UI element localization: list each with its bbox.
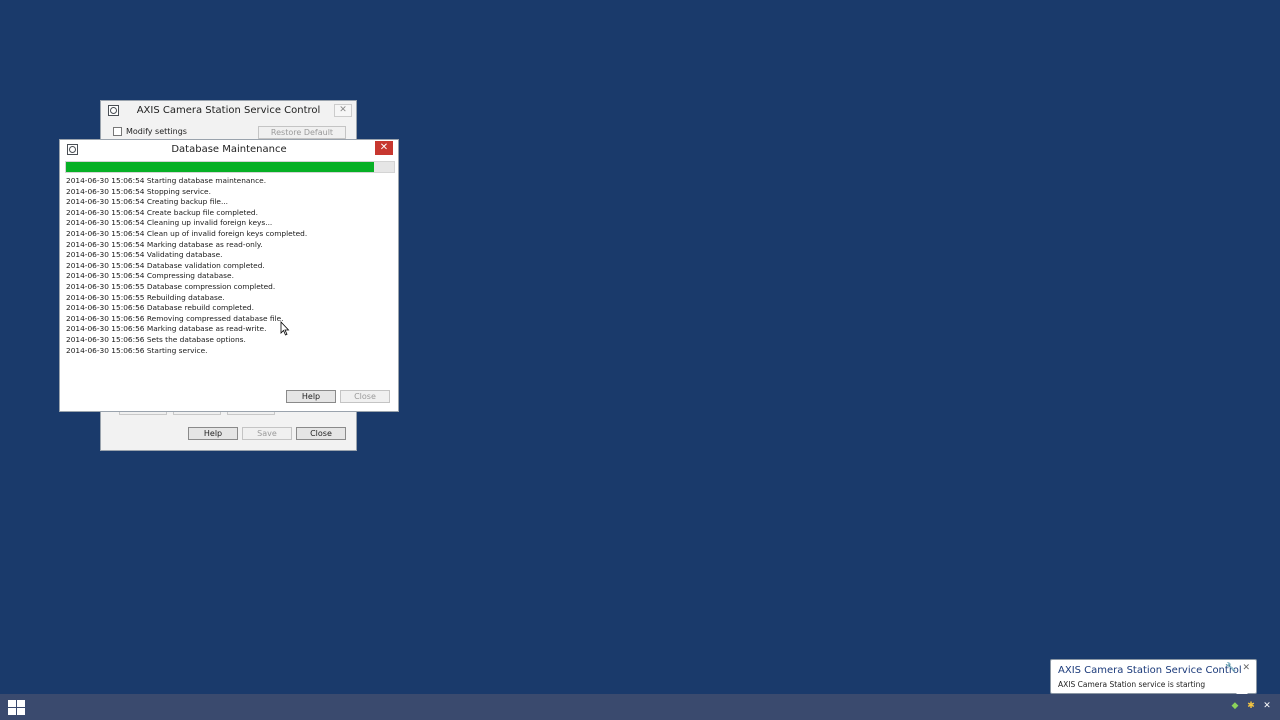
wrench-icon[interactable]: 🔧 (1225, 663, 1236, 673)
log-line: 2014-06-30 15:06:54 Create backup file c… (66, 207, 258, 217)
database-maintenance-titlebar[interactable]: Database Maintenance ✕ (60, 140, 398, 160)
service-control-titlebar[interactable]: AXIS Camera Station Service Control ✕ (101, 101, 356, 121)
log-line: 2014-06-30 15:06:54 Cleaning up invalid … (66, 218, 273, 228)
log-line: 2014-06-30 15:06:54 Database validation … (66, 260, 265, 270)
notification-title: AXIS Camera Station Service Control (1058, 665, 1242, 676)
log-line: 2014-06-30 15:06:56 Marking database as … (66, 324, 267, 334)
system-tray: ◆ ✱ ✕ (1230, 701, 1272, 712)
log-line: 2014-06-30 15:06:56 Starting service. (66, 345, 208, 355)
close-icon[interactable]: ✕ (375, 141, 393, 155)
modify-settings-row[interactable]: Modify settings (113, 127, 187, 136)
database-maintenance-title: Database Maintenance (171, 144, 287, 155)
windows-logo-icon[interactable] (8, 700, 25, 715)
log-line: 2014-06-30 15:06:56 Sets the database op… (66, 334, 246, 344)
log-line: 2014-06-30 15:06:56 Removing compressed … (66, 313, 284, 323)
log-line: 2014-06-30 15:06:54 Clean up of invalid … (66, 228, 308, 238)
save-button[interactable]: Save (242, 427, 292, 440)
database-maintenance-window: Database Maintenance ✕ 2014-06-30 15:06:… (59, 139, 399, 412)
progress-bar (65, 161, 395, 173)
close-icon[interactable]: ✕ (1242, 663, 1250, 673)
help-button[interactable]: Help (286, 390, 336, 403)
mouse-cursor-icon (280, 321, 290, 336)
shield-icon[interactable]: ◆ (1230, 701, 1240, 712)
modify-settings-checkbox[interactable] (113, 127, 122, 136)
log-line: 2014-06-30 15:06:54 Marking database as … (66, 239, 263, 249)
notification-message: AXIS Camera Station service is starting (1058, 680, 1206, 689)
log-line: 2014-06-30 15:06:55 Rebuilding database. (66, 292, 225, 302)
log-line: 2014-06-30 15:06:54 Compressing database… (66, 271, 234, 281)
log-line: 2014-06-30 15:06:54 Stopping service. (66, 186, 211, 196)
notification-toast[interactable]: AXIS Camera Station Service Control AXIS… (1050, 659, 1257, 694)
restore-defaults-button[interactable]: Restore Default Settings (258, 126, 346, 148)
service-control-title: AXIS Camera Station Service Control (136, 105, 321, 116)
network-icon[interactable]: ✕ (1262, 701, 1272, 712)
log-line: 2014-06-30 15:06:54 Validating database. (66, 250, 223, 260)
close-icon[interactable]: ✕ (334, 104, 352, 117)
log-line: 2014-06-30 15:06:54 Starting database ma… (66, 176, 267, 185)
taskbar: ◆ ✱ ✕ (0, 694, 1280, 720)
modify-settings-label: Modify settings (126, 127, 187, 136)
log-line: 2014-06-30 15:06:54 Creating backup file… (66, 197, 228, 207)
close-button[interactable]: Close (296, 427, 346, 440)
log-line: 2014-06-30 15:06:55 Database compression… (66, 281, 276, 291)
camera-station-icon[interactable]: ✱ (1246, 701, 1256, 712)
close-button[interactable]: Close (340, 390, 390, 403)
log-line: 2014-06-30 15:06:56 Database rebuild com… (66, 303, 254, 313)
help-button[interactable]: Help (188, 427, 238, 440)
progress-fill (66, 162, 375, 172)
maintenance-log: 2014-06-30 15:06:54 Starting database ma… (66, 176, 394, 356)
